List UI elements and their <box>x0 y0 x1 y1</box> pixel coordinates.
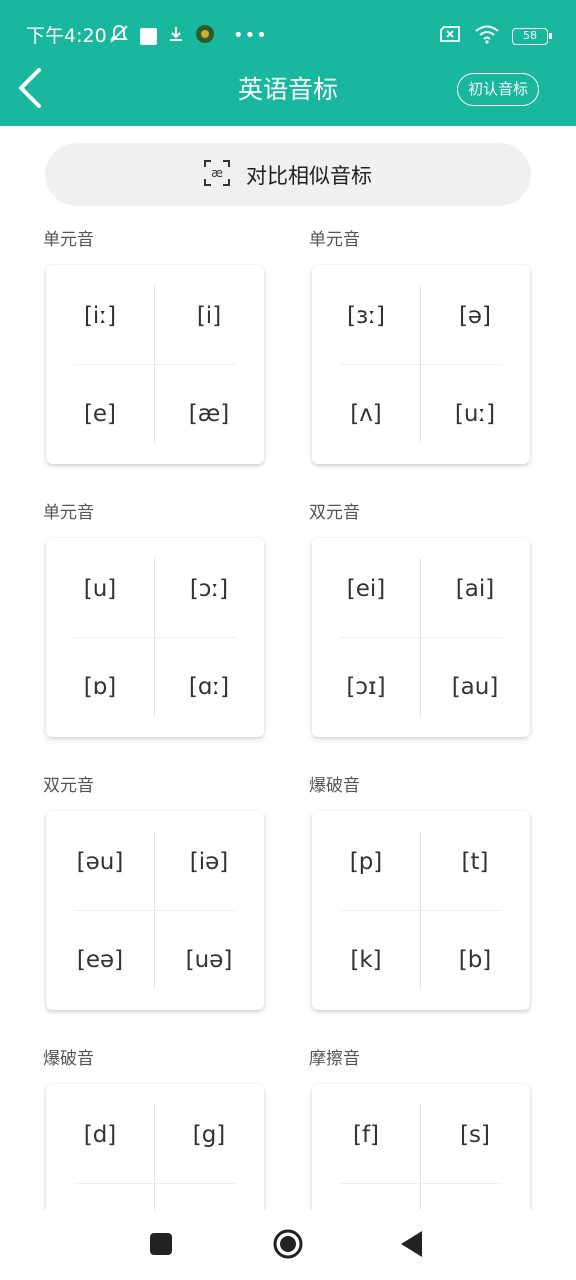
more-dots-icon: ••• <box>233 25 268 46</box>
phonetic-symbol[interactable]: [ɜː] <box>321 301 411 331</box>
phonetic-scan-icon: æ <box>204 159 230 190</box>
wifi-icon <box>474 24 500 48</box>
phonetic-symbol[interactable]: [ʌ] <box>321 399 411 429</box>
status-icons-left: ••• <box>108 24 268 48</box>
phonetic-symbol[interactable]: [uː] <box>430 399 520 429</box>
group-label: 摩擦音 <box>309 1049 360 1069</box>
square-icon <box>140 27 157 45</box>
phonetic-card: [ɜː] [ə] [ʌ] [uː] <box>312 265 530 464</box>
group-label: 单元音 <box>43 503 94 523</box>
group-label: 双元音 <box>309 503 360 523</box>
phonetic-symbol[interactable]: [ai] <box>430 574 520 604</box>
card-divider-horizontal <box>340 637 502 638</box>
phonetic-card: [iː] [i] [e] [æ] <box>46 265 264 464</box>
phonetic-symbol[interactable]: [f] <box>321 1120 411 1150</box>
phonetic-card: [əu] [iə] [eə] [uə] <box>46 811 264 1010</box>
phonetic-card: [u] [ɔː] [ɒ] [ɑː] <box>46 538 264 737</box>
phonetic-symbol[interactable]: [g] <box>164 1120 254 1150</box>
status-bar: 下午4:20 ••• 58 <box>0 0 576 70</box>
group-label: 双元音 <box>43 776 94 796</box>
recent-apps-button[interactable] <box>141 1226 181 1266</box>
phonetic-symbol[interactable]: [t] <box>430 847 520 877</box>
mute-icon <box>108 23 130 49</box>
phonetic-symbol[interactable]: [əu] <box>55 847 145 877</box>
phonetic-symbol[interactable]: [ɔː] <box>164 574 254 604</box>
group-label: 单元音 <box>309 230 360 250</box>
phonetic-symbol[interactable]: [au] <box>430 672 520 702</box>
phonetic-symbol[interactable]: [b] <box>430 945 520 975</box>
nav-back-button[interactable] <box>392 1226 432 1266</box>
home-button[interactable] <box>268 1226 308 1266</box>
card-divider-horizontal <box>74 637 236 638</box>
phonetic-symbol[interactable]: [ə] <box>430 301 520 331</box>
card-divider-horizontal <box>74 910 236 911</box>
app-bar: 英语音标 初认音标 <box>0 68 576 126</box>
phonetic-symbol[interactable]: [ɑː] <box>164 672 254 702</box>
card-divider-horizontal <box>74 364 236 365</box>
phonetic-symbol[interactable]: [ɔɪ] <box>321 672 411 702</box>
recent-apps-icon <box>150 1233 172 1259</box>
phonetic-symbol[interactable]: [i] <box>164 301 254 331</box>
phonetic-symbol[interactable]: [p] <box>321 847 411 877</box>
group-label: 爆破音 <box>43 1049 94 1069</box>
card-divider-horizontal <box>340 910 502 911</box>
system-nav-bar <box>0 1210 576 1280</box>
phonetic-symbol[interactable]: [æ] <box>164 399 254 429</box>
recognize-phonetics-button[interactable]: 初认音标 <box>456 73 539 106</box>
phonetic-symbol[interactable]: [ɒ] <box>55 672 145 702</box>
download-icon <box>167 25 185 47</box>
group-label: 爆破音 <box>309 776 360 796</box>
phonetic-symbol[interactable]: [d] <box>55 1120 145 1150</box>
status-icons-right: 58 <box>438 24 552 48</box>
card-divider-horizontal <box>340 364 502 365</box>
phonetic-symbol[interactable]: [s] <box>430 1120 520 1150</box>
phonetic-symbol[interactable]: [ei] <box>321 574 411 604</box>
phonetic-icon-text: æ <box>211 166 223 180</box>
app-badge-icon <box>195 24 215 48</box>
battery-icon: 58 <box>512 27 552 45</box>
phonetic-symbol[interactable]: [eə] <box>55 945 145 975</box>
phonetic-symbol[interactable]: [u] <box>55 574 145 604</box>
phonetic-symbol[interactable]: [e] <box>55 399 145 429</box>
phonetic-symbol[interactable]: [k] <box>321 945 411 975</box>
back-triangle-icon <box>401 1231 423 1261</box>
compare-similar-button[interactable]: æ 对比相似音标 <box>45 143 531 206</box>
phonetic-card: [p] [t] [k] [b] <box>312 811 530 1010</box>
compare-similar-label: 对比相似音标 <box>246 163 372 188</box>
phonetic-symbol[interactable]: [uə] <box>164 945 254 975</box>
card-divider-horizontal <box>340 1183 502 1184</box>
phonetic-symbol[interactable]: [iə] <box>164 847 254 877</box>
home-icon <box>273 1229 303 1263</box>
phonetic-card: [ei] [ai] [ɔɪ] [au] <box>312 538 530 737</box>
status-time: 下午4:20 <box>26 25 107 47</box>
sim-none-icon <box>438 25 462 47</box>
card-divider-horizontal <box>74 1183 236 1184</box>
group-label: 单元音 <box>43 230 94 250</box>
phonetic-symbol[interactable]: [iː] <box>55 301 145 331</box>
